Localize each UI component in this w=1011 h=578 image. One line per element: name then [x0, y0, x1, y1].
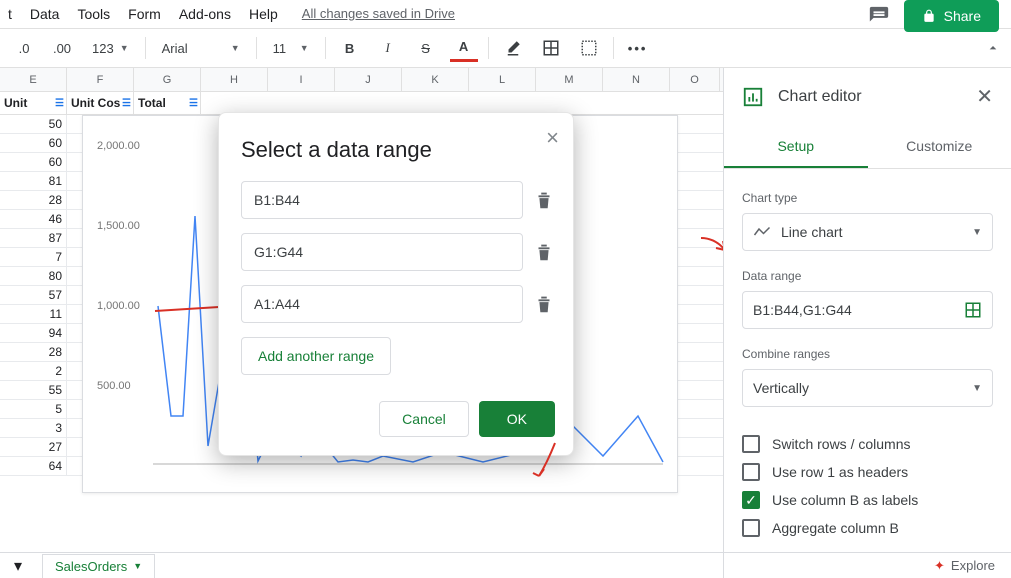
add-range-button[interactable]: Add another range — [241, 337, 391, 375]
lock-icon — [922, 9, 936, 23]
select-range-icon[interactable] — [964, 301, 982, 319]
share-button[interactable]: Share — [904, 0, 999, 32]
sheet-tabs: ▾ SalesOrders▼ — [0, 552, 723, 578]
menu-item[interactable]: Add-ons — [179, 6, 231, 22]
spreadsheet-area[interactable]: E F G H I J K L M N O Unit☰ Unit Cos☰ To… — [0, 68, 723, 578]
select-data-range-dialog: × Select a data range Add another range … — [218, 112, 574, 456]
menu-item[interactable]: Data — [30, 6, 60, 22]
column-headers[interactable]: E F G H I J K L M N O — [0, 68, 723, 92]
data-range-value: B1:B44,G1:G44 — [753, 302, 852, 318]
checkbox-icon — [742, 463, 760, 481]
menu-item[interactable]: Form — [128, 6, 161, 22]
close-icon[interactable]: × — [546, 125, 559, 151]
delete-icon[interactable] — [533, 293, 555, 315]
sheet-menu-icon[interactable]: ▾ — [8, 556, 28, 576]
merge-button[interactable] — [575, 34, 603, 62]
save-status[interactable]: All changes saved in Drive — [302, 6, 455, 21]
decrease-decimal-icon[interactable]: .0 — [10, 34, 38, 62]
col-header[interactable]: F — [67, 68, 134, 91]
strike-button[interactable]: S — [412, 34, 440, 62]
menu-item[interactable]: Help — [249, 6, 278, 22]
font-dropdown[interactable]: Arial▼ — [156, 37, 246, 60]
menu-item[interactable]: t — [8, 6, 12, 22]
sheet-tab[interactable]: SalesOrders▼ — [42, 554, 155, 578]
bold-button[interactable]: B — [336, 34, 364, 62]
col-header[interactable]: K — [402, 68, 469, 91]
dialog-title: Select a data range — [241, 137, 555, 163]
col-header[interactable]: E — [0, 68, 67, 91]
combine-select[interactable]: Vertically▼ — [742, 369, 993, 407]
ok-button[interactable]: OK — [479, 401, 555, 437]
col-header[interactable]: M — [536, 68, 603, 91]
comment-icon[interactable] — [868, 5, 890, 27]
explore-button[interactable]: ✦Explore — [723, 552, 1011, 578]
checkbox-label: Use row 1 as headers — [772, 464, 908, 480]
col-header[interactable]: N — [603, 68, 670, 91]
tab-setup[interactable]: Setup — [724, 126, 868, 168]
line-chart-icon — [753, 225, 771, 239]
borders-button[interactable] — [537, 34, 565, 62]
checkbox-icon: ✓ — [742, 491, 760, 509]
col-header[interactable]: H — [201, 68, 268, 91]
toolbar: .0 .00 123▼ Arial▼ 11▼ B I S A ••• — [0, 28, 1011, 68]
delete-icon[interactable] — [533, 241, 555, 263]
zoom-dropdown[interactable]: 123▼ — [86, 37, 135, 60]
checkbox-option[interactable]: ✓ Use column B as labels — [742, 491, 993, 509]
header-cell: Unit Cos — [71, 96, 120, 110]
col-header[interactable]: O — [670, 68, 720, 91]
share-label: Share — [944, 8, 981, 24]
fontsize-dropdown[interactable]: 11▼ — [267, 37, 315, 60]
data-range-field[interactable]: B1:B44,G1:G44 — [742, 291, 993, 329]
checkbox-label: Switch rows / columns — [772, 436, 910, 452]
filter-icon[interactable]: ☰ — [122, 98, 131, 109]
checkbox-icon — [742, 519, 760, 537]
text-color-button[interactable]: A — [450, 34, 478, 62]
range-input[interactable] — [241, 285, 523, 323]
combine-label: Combine ranges — [742, 347, 993, 361]
filter-icon[interactable]: ☰ — [55, 98, 64, 109]
checkbox-label: Use column B as labels — [772, 492, 918, 508]
italic-button[interactable]: I — [374, 34, 402, 62]
menu-item[interactable]: Tools — [77, 6, 110, 22]
col-header[interactable]: L — [469, 68, 536, 91]
y-tick: 1,000.00 — [97, 300, 140, 312]
y-tick: 2,000.00 — [97, 140, 140, 152]
chart-type-label: Chart type — [742, 191, 993, 205]
chart-type-select[interactable]: Line chart ▼ — [742, 213, 993, 251]
delete-icon[interactable] — [533, 189, 555, 211]
header-cell: Unit — [4, 96, 27, 110]
cancel-button[interactable]: Cancel — [379, 401, 469, 437]
y-tick: 500.00 — [97, 380, 131, 392]
filter-icon[interactable]: ☰ — [189, 98, 198, 109]
close-icon[interactable]: ✕ — [976, 84, 993, 109]
panel-title: Chart editor — [778, 88, 862, 106]
col-header[interactable]: I — [268, 68, 335, 91]
col-header[interactable]: J — [335, 68, 402, 91]
checkbox-option[interactable]: Use row 1 as headers — [742, 463, 993, 481]
tab-customize[interactable]: Customize — [868, 126, 1011, 168]
checkbox-option[interactable]: Switch rows / columns — [742, 435, 993, 453]
more-button[interactable]: ••• — [624, 34, 652, 62]
col-header[interactable]: G — [134, 68, 201, 91]
chart-icon — [742, 86, 764, 108]
checkbox-icon — [742, 435, 760, 453]
menu-bar: t Data Tools Form Add-ons Help All chang… — [0, 0, 1011, 28]
range-input[interactable] — [241, 181, 523, 219]
data-range-label: Data range — [742, 269, 993, 283]
range-input[interactable] — [241, 233, 523, 271]
collapse-toolbar-icon[interactable] — [985, 40, 1001, 56]
checkbox-option[interactable]: Aggregate column B — [742, 519, 993, 537]
y-tick: 1,500.00 — [97, 220, 140, 232]
checkbox-label: Aggregate column B — [772, 520, 899, 536]
chart-editor-panel: Chart editor ✕ Setup Customize Chart typ… — [723, 68, 1011, 578]
increase-decimal-button[interactable]: .00 — [48, 34, 76, 62]
fill-color-button[interactable] — [499, 34, 527, 62]
header-cell: Total — [138, 96, 166, 110]
